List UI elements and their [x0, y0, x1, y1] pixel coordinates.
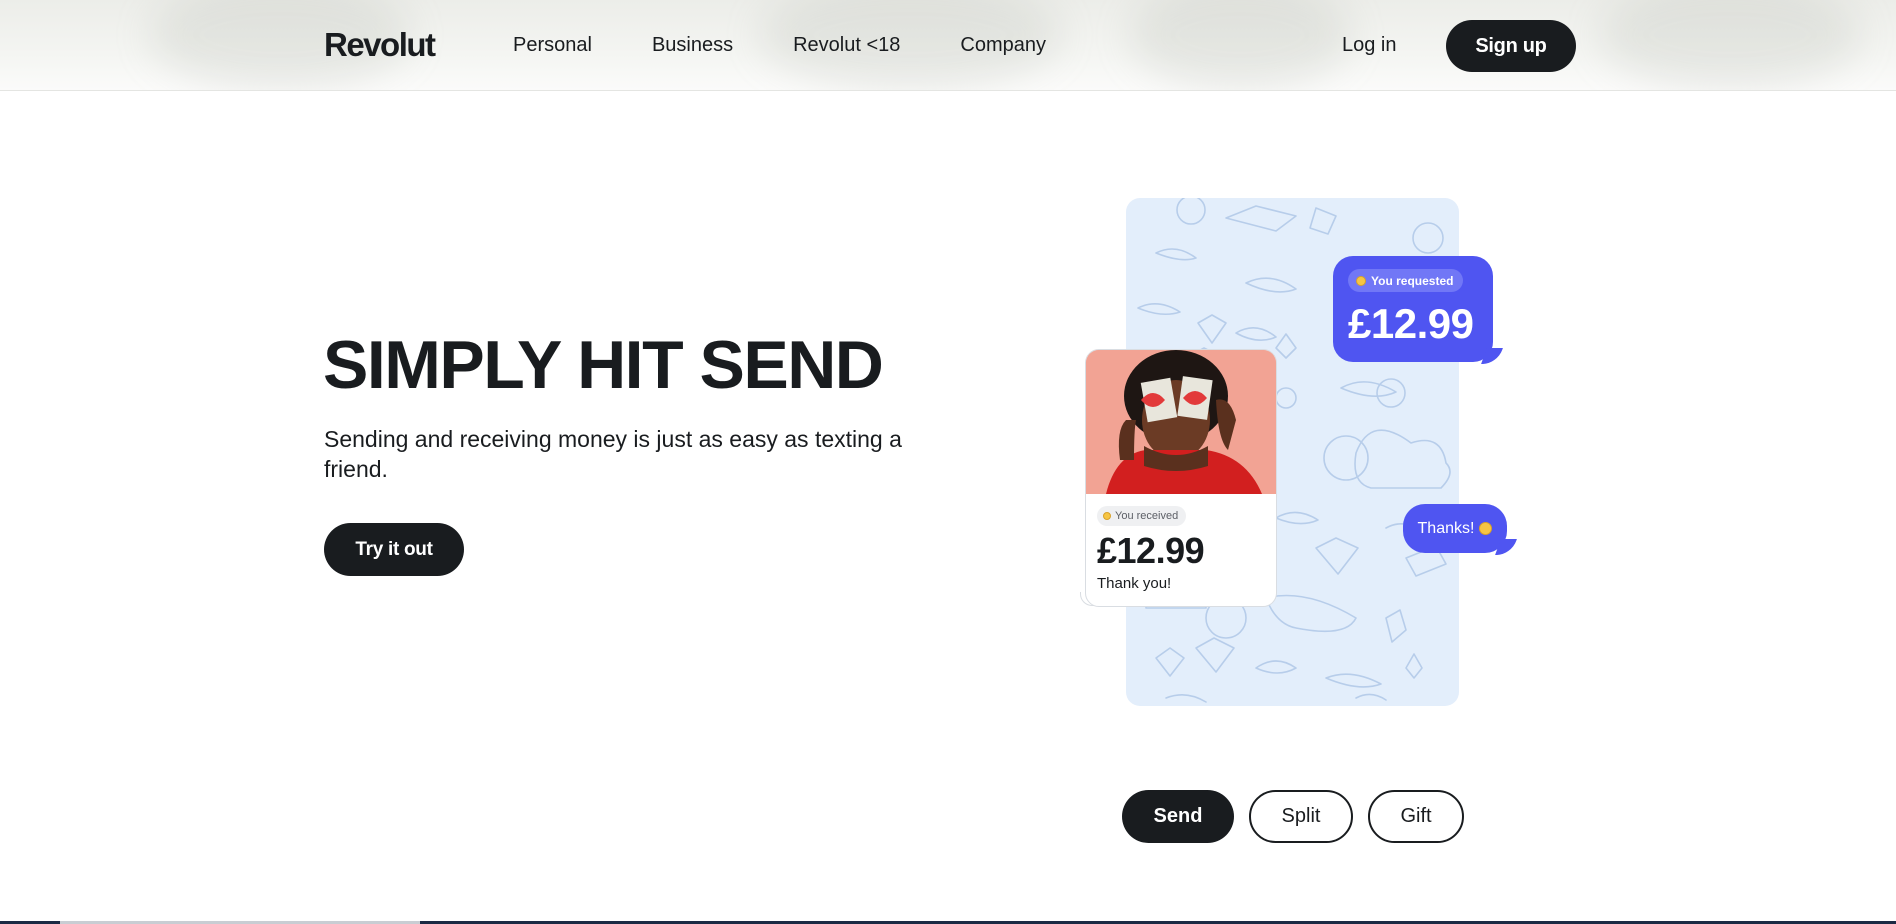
nav-company[interactable]: Company: [960, 34, 1046, 57]
nav-business[interactable]: Business: [652, 34, 733, 57]
received-amount: £12.99: [1097, 530, 1205, 571]
smile-emoji-icon: [1356, 275, 1366, 286]
tab-send[interactable]: Send: [1122, 790, 1234, 843]
revolut-logo[interactable]: Revolut: [324, 26, 436, 64]
received-label: You received: [1115, 510, 1179, 522]
page-title: SIMPLY HIT SEND: [323, 327, 884, 403]
nav-revolut-under-18[interactable]: Revolut <18: [793, 34, 900, 57]
person-photo: [1086, 350, 1276, 494]
requested-pill: You requested: [1348, 269, 1464, 292]
requested-amount: £12.99: [1348, 300, 1474, 347]
login-link[interactable]: Log in: [1342, 34, 1397, 57]
person-with-sunglasses-image: [1086, 350, 1276, 494]
requested-label: You requested: [1371, 273, 1454, 288]
site-header: Revolut Personal Business Revolut <18 Co…: [0, 0, 1896, 91]
received-pill: You received: [1097, 506, 1187, 526]
thanks-text: Thanks!: [1417, 519, 1475, 537]
received-note: Thank you!: [1097, 575, 1172, 592]
tab-split[interactable]: Split: [1249, 790, 1353, 843]
try-it-out-button[interactable]: Try it out: [324, 523, 464, 576]
main-nav: Personal Business Revolut <18 Company: [513, 0, 1046, 90]
hero-subtitle: Sending and receiving money is just as e…: [324, 426, 902, 482]
nav-personal[interactable]: Personal: [513, 34, 592, 57]
received-card: You received £12.99 Thank you!: [1085, 349, 1277, 607]
bubble-tail: [1495, 539, 1517, 555]
signup-button[interactable]: Sign up: [1446, 20, 1576, 72]
bubble-tail: [1481, 348, 1503, 364]
request-message-bubble: You requested £12.99: [1333, 256, 1503, 364]
grin-emoji-icon: [1479, 522, 1493, 535]
tab-gift[interactable]: Gift: [1368, 790, 1464, 843]
smile-emoji-icon: [1103, 512, 1111, 520]
header-blur: [1600, 0, 1860, 90]
header-blur: [1130, 0, 1350, 90]
thanks-message-bubble: Thanks!: [1403, 504, 1517, 555]
